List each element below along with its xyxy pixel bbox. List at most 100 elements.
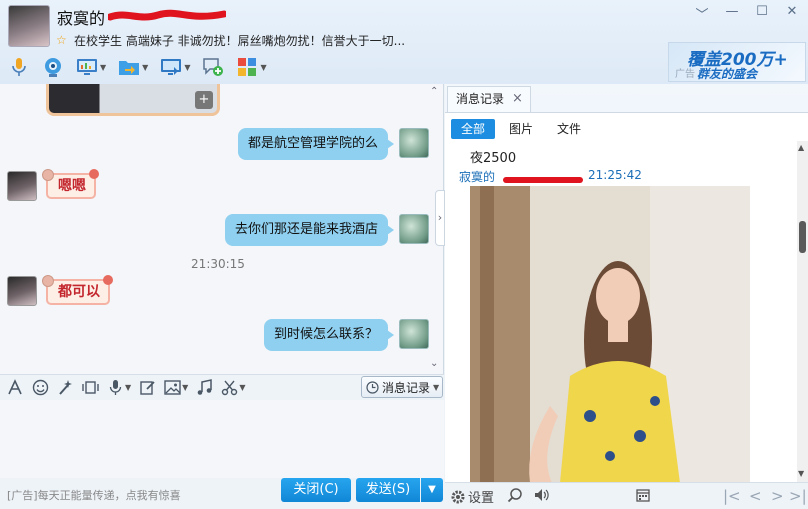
search-icon — [507, 488, 522, 503]
settings-label: 设置 — [468, 491, 495, 506]
chat-message-area[interactable]: ⌃ + 都是航空管理学院的么 嗯嗯 去你们那还是能来我酒店 21:30:15 都… — [0, 84, 444, 374]
video-call-button[interactable] — [40, 54, 66, 80]
filter-tab-files[interactable]: 文件 — [547, 119, 591, 139]
chevron-down-icon: ▼ — [184, 62, 191, 72]
close-button[interactable]: 关闭(C) — [281, 478, 351, 502]
chevron-down-icon: ▼ — [260, 62, 267, 72]
remote-desktop-button[interactable]: ▼ — [74, 54, 108, 80]
star-icon: ☆ — [56, 33, 67, 47]
chat-toolbar: ▼ ▼ ▼ ▼ — [6, 53, 269, 81]
close-icon[interactable]: × — [512, 87, 523, 111]
redaction-scribble — [106, 9, 228, 23]
magic-button[interactable] — [57, 379, 74, 396]
smiley-icon — [32, 379, 49, 396]
history-footer: 设置 |< < > >| — [445, 482, 808, 509]
invite-chat-button[interactable] — [200, 54, 226, 80]
collapse-icon[interactable]: ﹀ — [694, 4, 710, 23]
peer-avatar[interactable] — [7, 276, 37, 306]
chat-message-sticker[interactable]: 嗯嗯 — [42, 169, 99, 199]
chat-message-text: 都可以 — [58, 284, 100, 300]
filter-tab-all[interactable]: 全部 — [451, 119, 496, 139]
send-options-button[interactable]: ▼ — [421, 478, 443, 502]
chevron-down-icon: ▼ — [239, 383, 246, 392]
image-icon — [164, 380, 181, 395]
chat-message-sticker[interactable]: 都可以 — [42, 275, 113, 305]
panel-toggle-arrow[interactable]: › — [435, 190, 445, 246]
chat-message-text: 嗯嗯 — [58, 178, 86, 194]
footer-ad-link[interactable]: [广告]每天正能量传递，点我有惊喜 — [7, 487, 181, 503]
scroll-up-icon[interactable]: ▲ — [798, 143, 804, 152]
music-note-icon — [198, 379, 213, 395]
music-button[interactable] — [196, 379, 213, 396]
chevron-down-icon: ▼ — [182, 383, 189, 392]
scissors-icon — [222, 380, 238, 396]
message-history-button[interactable]: 消息记录 ▼ — [361, 376, 443, 398]
contact-avatar[interactable] — [8, 5, 50, 47]
ad-tag: 广告 — [675, 69, 695, 80]
edit-button[interactable] — [139, 379, 156, 396]
webcam-icon — [45, 58, 61, 77]
message-timestamp: 21:30:15 — [191, 257, 245, 271]
ad-banner[interactable]: 覆盖200万+ 广告 群友的盛会 — [668, 42, 806, 82]
emoji-button[interactable] — [32, 379, 49, 396]
chevron-down-icon: ▼ — [142, 62, 149, 72]
history-panel: 消息记录 × 全部 图片 文件 夜2500 寂寞的 21:25:42 ▲ ▼ — [445, 84, 808, 483]
screen-share-button[interactable]: ▼ — [158, 54, 192, 80]
self-avatar[interactable] — [399, 214, 429, 244]
message-input[interactable] — [0, 400, 444, 478]
scrollbar-thumb[interactable] — [799, 221, 806, 253]
voice-call-button[interactable] — [6, 54, 32, 80]
close-icon[interactable]: ✕ — [784, 4, 800, 23]
apps-grid-icon — [238, 58, 257, 76]
history-message-time: 21:25:42 — [588, 168, 642, 182]
history-tab-label: 消息记录 — [456, 92, 505, 106]
sticker-badge-icon — [89, 169, 99, 179]
scroll-down-icon[interactable]: ⌄ — [430, 358, 438, 369]
chat-add-icon — [203, 58, 224, 76]
history-sound-button[interactable] — [533, 487, 549, 503]
window-shake-button[interactable] — [82, 379, 99, 396]
contact-name[interactable]: 寂寞的 — [57, 5, 105, 29]
history-calendar-button[interactable] — [635, 487, 651, 503]
scroll-down-icon[interactable]: ▼ — [798, 469, 804, 478]
tab-message-history[interactable]: 消息记录 × — [447, 86, 531, 112]
self-avatar[interactable] — [399, 319, 429, 349]
history-scrollbar[interactable]: ▲ ▼ — [797, 141, 808, 483]
chat-message[interactable]: 去你们那还是能来我酒店 — [224, 214, 395, 246]
contact-signature: 在校学生 高端妹子 非诚勿扰！屌丝嘴炮勿扰！信誉大于一切... — [74, 34, 406, 48]
last-page-icon[interactable]: >| — [789, 487, 807, 505]
redaction-scribble — [503, 172, 583, 183]
peer-avatar[interactable] — [7, 171, 37, 201]
chat-message[interactable]: 都是航空管理学院的么 — [237, 128, 395, 160]
history-image-message[interactable] — [470, 186, 750, 483]
history-search-button[interactable] — [507, 487, 523, 503]
minimize-icon[interactable]: — — [724, 4, 740, 23]
send-button[interactable]: 发送(S) — [356, 478, 420, 502]
screen-share-icon — [161, 59, 182, 75]
voice-message-button[interactable]: ▼ — [107, 379, 131, 396]
clock-icon — [366, 380, 379, 394]
send-file-button[interactable]: ▼ — [116, 54, 150, 80]
next-page-icon[interactable]: > — [771, 487, 784, 505]
scroll-up-icon[interactable]: ⌃ — [430, 86, 438, 97]
folder-arrow-icon — [119, 61, 140, 75]
filter-tab-images[interactable]: 图片 — [499, 119, 543, 139]
window-controls: ﹀ — ☐ ✕ — [694, 4, 800, 23]
history-settings-button[interactable]: 设置 — [450, 487, 494, 506]
chevron-down-icon: ▼ — [433, 382, 440, 392]
self-avatar[interactable] — [399, 128, 429, 158]
apps-button[interactable]: ▼ — [234, 54, 268, 80]
maximize-icon[interactable]: ☐ — [754, 4, 770, 23]
previous-image-message[interactable]: + — [46, 84, 220, 116]
font-button[interactable] — [7, 379, 24, 396]
magic-wand-icon — [59, 380, 72, 395]
screenshot-button[interactable]: ▼ — [221, 379, 245, 396]
previous-page-icon[interactable]: < — [749, 487, 762, 505]
chat-message[interactable]: 到时候怎么联系？ — [263, 319, 395, 351]
speaker-icon — [535, 489, 549, 501]
send-image-button[interactable]: ▼ — [164, 379, 188, 396]
zoom-icon[interactable]: + — [195, 91, 213, 109]
monitor-chart-icon — [77, 59, 97, 75]
shake-icon — [82, 381, 99, 394]
first-page-icon[interactable]: |< — [723, 487, 741, 505]
